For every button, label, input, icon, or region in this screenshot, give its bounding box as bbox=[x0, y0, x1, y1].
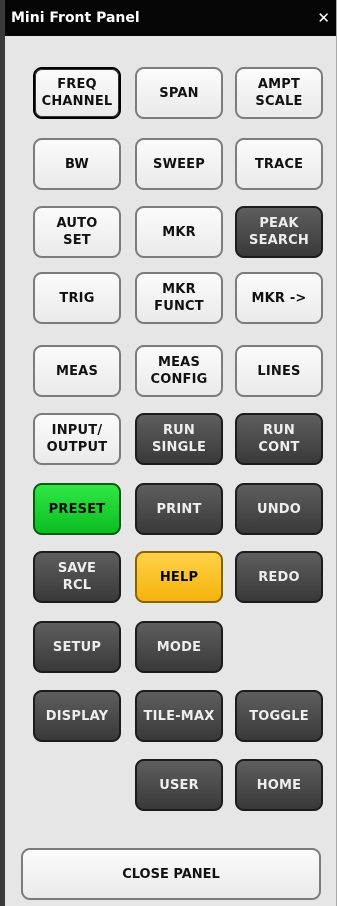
print-button[interactable]: PRINT bbox=[135, 483, 223, 535]
display-button[interactable]: DISPLAY bbox=[33, 690, 121, 742]
peak-search-button[interactable]: PEAK SEARCH bbox=[235, 206, 323, 258]
mini-front-panel-window: Mini Front Panel ✕ FREQ CHANNEL SPAN AMP… bbox=[0, 0, 337, 906]
close-icon[interactable]: ✕ bbox=[317, 0, 330, 36]
run-single-button[interactable]: RUN SINGLE bbox=[135, 413, 223, 465]
lines-button[interactable]: LINES bbox=[235, 345, 323, 397]
setup-button[interactable]: SETUP bbox=[33, 621, 121, 673]
tile-max-button[interactable]: TILE-MAX bbox=[135, 690, 223, 742]
input-output-button[interactable]: INPUT/ OUTPUT bbox=[33, 413, 121, 465]
sweep-button[interactable]: SWEEP bbox=[135, 138, 223, 190]
close-panel-button[interactable]: CLOSE PANEL bbox=[21, 848, 321, 900]
preset-button[interactable]: PRESET bbox=[33, 483, 121, 535]
undo-button[interactable]: UNDO bbox=[235, 483, 323, 535]
mkr-to-button[interactable]: MKR -> bbox=[235, 272, 323, 324]
window-title: Mini Front Panel bbox=[11, 10, 140, 26]
home-button[interactable]: HOME bbox=[235, 759, 323, 811]
mkr-button[interactable]: MKR bbox=[135, 206, 223, 258]
trace-button[interactable]: TRACE bbox=[235, 138, 323, 190]
ampt-scale-button[interactable]: AMPT SCALE bbox=[235, 67, 323, 119]
help-button[interactable]: HELP bbox=[135, 551, 223, 603]
freq-channel-button[interactable]: FREQ CHANNEL bbox=[33, 67, 121, 119]
trig-button[interactable]: TRIG bbox=[33, 272, 121, 324]
mode-button[interactable]: MODE bbox=[135, 621, 223, 673]
toggle-button[interactable]: TOGGLE bbox=[235, 690, 323, 742]
save-rcl-button[interactable]: SAVE RCL bbox=[33, 551, 121, 603]
redo-button[interactable]: REDO bbox=[235, 551, 323, 603]
bw-button[interactable]: BW bbox=[33, 138, 121, 190]
mkr-funct-button[interactable]: MKR FUNCT bbox=[135, 272, 223, 324]
meas-config-button[interactable]: MEAS CONFIG bbox=[135, 345, 223, 397]
span-button[interactable]: SPAN bbox=[135, 67, 223, 119]
title-bar: Mini Front Panel ✕ bbox=[5, 0, 336, 36]
run-cont-button[interactable]: RUN CONT bbox=[235, 413, 323, 465]
auto-set-button[interactable]: AUTO SET bbox=[33, 206, 121, 258]
button-panel: FREQ CHANNEL SPAN AMPT SCALE BW SWEEP TR… bbox=[5, 36, 336, 906]
meas-button[interactable]: MEAS bbox=[33, 345, 121, 397]
user-button[interactable]: USER bbox=[135, 759, 223, 811]
